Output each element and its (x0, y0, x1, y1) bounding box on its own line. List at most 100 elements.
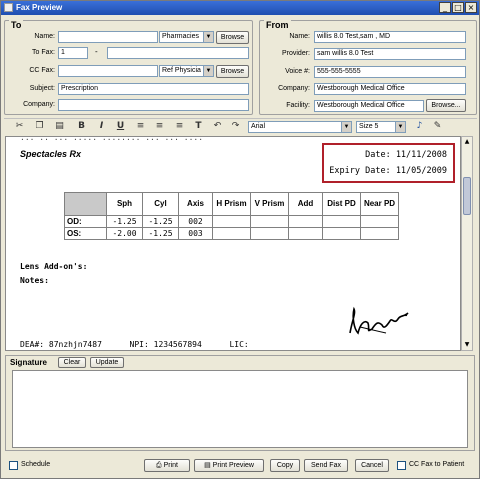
size-select[interactable]: Size 5 ▼ (356, 121, 406, 133)
rx-header-sph: Sph (106, 192, 143, 216)
fax-document[interactable]: ... .. ... ..... ........ ... ... .... S… (5, 136, 461, 351)
from-company-input[interactable]: Westborough Medical Office (314, 83, 466, 95)
voice-label: Voice #: (285, 68, 310, 75)
table-cell: 003 (178, 227, 213, 240)
table-row: OS: -2.00 -1.25 003 (64, 227, 399, 240)
document-scrollbar[interactable]: ▲ ▼ (461, 136, 473, 351)
signature-label: Signature (10, 358, 47, 367)
from-group: From Name: willis 8.0 Test,sam , MD Prov… (259, 20, 477, 115)
close-button[interactable]: × (465, 2, 477, 13)
chevron-down-icon: ▼ (395, 122, 405, 132)
to-fax-area-input[interactable]: 1 (58, 47, 88, 59)
to-fax-label: To Fax: (32, 49, 55, 56)
provider-input[interactable]: sam willis 8.0 Test (314, 48, 466, 60)
cc-fax-type-select[interactable]: Ref Physicia ▼ (159, 65, 214, 77)
redo-icon[interactable]: ↷ (230, 121, 241, 132)
print-button[interactable]: ⎙ Print (144, 459, 190, 472)
rx-header-row: Sph Cyl Axis H Prism V Prism Add Dist PD… (64, 192, 399, 216)
schedule-checkbox[interactable] (9, 461, 18, 470)
table-cell (212, 227, 251, 240)
row-label-od: OD: (64, 215, 107, 228)
cc-fax-type-value: Ref Physicia (162, 67, 201, 74)
send-fax-button[interactable]: Send Fax (304, 459, 348, 472)
to-name-input[interactable] (58, 31, 158, 43)
table-cell (250, 227, 289, 240)
subject-label: Subject: (29, 85, 55, 92)
format-icon[interactable]: T (193, 121, 204, 132)
minimize-button[interactable]: _ (439, 2, 451, 13)
table-cell: -2.00 (106, 227, 143, 240)
facility-input[interactable]: Westborough Medical Office (314, 100, 424, 112)
fax-preview-window: Fax Preview _ □ × To Name: Pharmacies ▼ … (0, 0, 480, 479)
cc-browse-button[interactable]: Browse (216, 65, 249, 78)
table-cell (288, 227, 323, 240)
print-preview-button[interactable]: ▤ Print Preview (194, 459, 264, 472)
cc-fax-patient-label: CC Fax to Patient (409, 461, 465, 468)
from-group-title: From (264, 20, 291, 30)
signature-area[interactable] (12, 370, 468, 448)
font-select[interactable]: Arial ▼ (248, 121, 352, 133)
facility-browse-button[interactable]: Browse... (426, 99, 466, 112)
edit-icon[interactable]: ✎ (432, 121, 443, 132)
table-cell: 002 (178, 215, 213, 228)
align-center-icon[interactable]: ≡ (154, 121, 165, 132)
align-right-icon[interactable]: ≡ (174, 121, 185, 132)
undo-icon[interactable]: ↶ (212, 121, 223, 132)
rx-header-dist-pd: Dist PD (322, 192, 361, 216)
table-cell: -1.25 (142, 227, 179, 240)
bold-icon[interactable]: B (76, 121, 87, 132)
cancel-button[interactable]: Cancel (355, 459, 389, 472)
subject-input[interactable]: Prescription (58, 83, 249, 95)
copy-icon[interactable]: ❐ (34, 121, 45, 132)
scroll-thumb[interactable] (463, 177, 471, 215)
copy-button[interactable]: Copy (270, 459, 300, 472)
table-cell (250, 215, 289, 228)
scroll-down-icon[interactable]: ▼ (462, 340, 472, 350)
to-name-type-value: Pharmacies (162, 33, 199, 40)
from-name-input[interactable]: willis 8.0 Test,sam , MD (314, 31, 466, 43)
lic-number: LIC: (229, 340, 249, 349)
rx-header-near-pd: Near PD (360, 192, 399, 216)
cut-icon[interactable]: ✂ (14, 121, 25, 132)
cc-fax-patient-checkbox[interactable] (397, 461, 406, 470)
from-name-label: Name: (289, 33, 310, 40)
notes-label: Notes: (20, 276, 49, 285)
to-company-input[interactable] (58, 99, 249, 111)
table-row: OD: -1.25 -1.25 002 (64, 215, 399, 228)
update-signature-button[interactable]: Update (90, 357, 124, 368)
cc-fax-label: CC Fax: (29, 67, 55, 74)
date-label: Date: (365, 150, 391, 160)
provider-label: Provider: (281, 50, 310, 57)
clear-signature-button[interactable]: Clear (58, 357, 86, 368)
italic-icon[interactable]: I (96, 121, 107, 132)
paste-icon[interactable]: ▤ (54, 121, 65, 132)
scroll-up-icon[interactable]: ▲ (462, 137, 472, 147)
cc-fax-input[interactable] (58, 65, 158, 77)
expiry-line: Expiry Date: 11/05/2009 (329, 166, 447, 176)
footer-identifiers: DEA#: 87nzhjn7487 NPI: 1234567894 LIC: (20, 340, 249, 349)
table-cell: -1.25 (106, 215, 143, 228)
to-company-label: Company: (23, 101, 55, 108)
to-browse-button[interactable]: Browse (216, 31, 249, 44)
align-left-icon[interactable]: ≡ (135, 121, 146, 132)
maximize-button[interactable]: □ (452, 2, 464, 13)
voice-input[interactable]: 555-555-5555 (314, 66, 466, 78)
to-name-type-select[interactable]: Pharmacies ▼ (159, 31, 214, 43)
preview-icon: ▤ (204, 462, 211, 469)
underline-icon[interactable]: U (115, 121, 126, 132)
dea-number: DEA#: 87nzhjn7487 (20, 340, 102, 349)
rx-header-axis: Axis (178, 192, 213, 216)
size-value: Size 5 (359, 123, 379, 130)
print-label: Print (163, 462, 178, 469)
microphone-icon[interactable]: ♪ (414, 121, 425, 132)
table-cell (322, 215, 361, 228)
to-group: To Name: Pharmacies ▼ Browse To Fax: 1 -… (4, 20, 253, 115)
to-fax-number-input[interactable] (107, 47, 249, 59)
to-group-title: To (9, 20, 24, 30)
table-cell (288, 215, 323, 228)
chevron-down-icon: ▼ (203, 66, 213, 76)
print-preview-label: Print Preview (212, 462, 254, 469)
table-cell (212, 215, 251, 228)
schedule-label: Schedule (21, 461, 51, 468)
signature-panel: Signature Clear Update (5, 355, 475, 451)
